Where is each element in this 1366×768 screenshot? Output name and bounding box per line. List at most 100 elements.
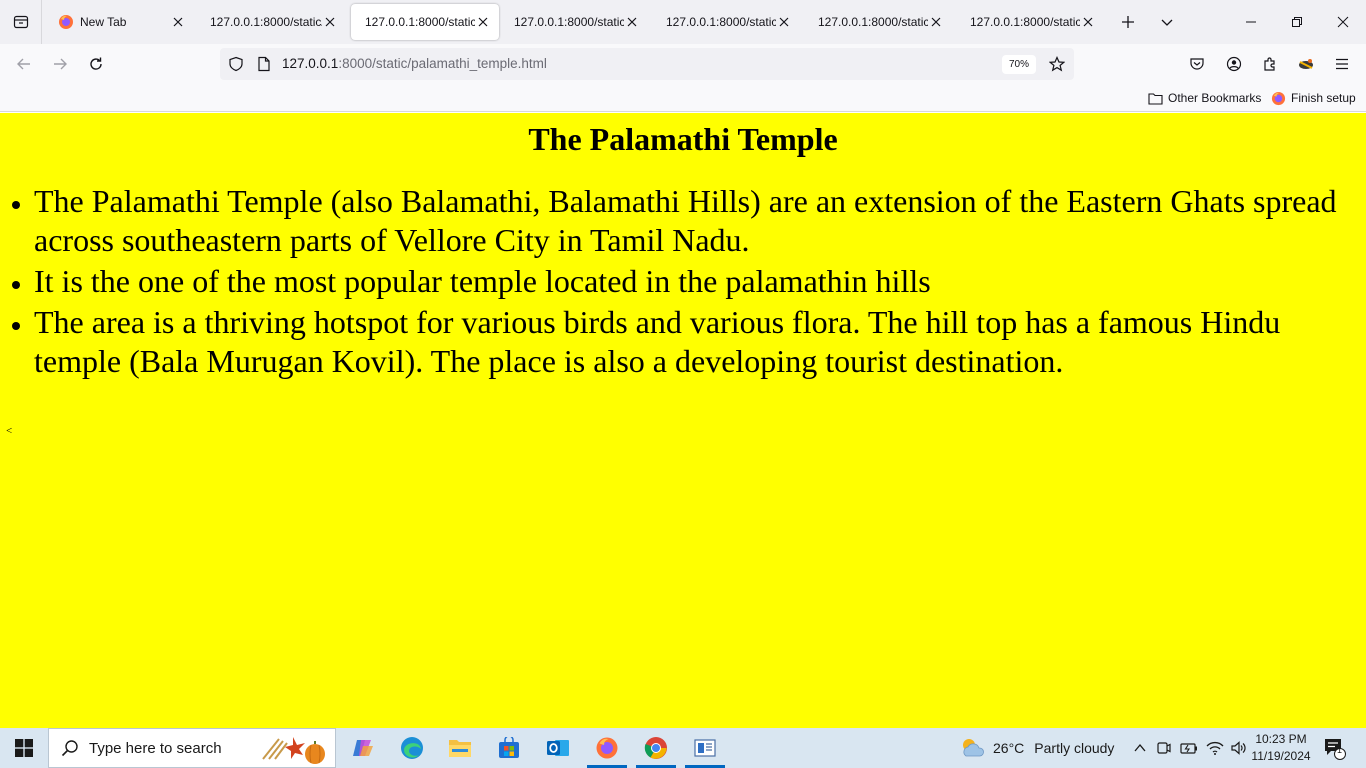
volume-icon[interactable] <box>1230 740 1248 756</box>
file-explorer-icon <box>449 740 471 757</box>
facts-list: The Palamathi Temple (also Balamathi, Ba… <box>0 182 1366 381</box>
url-text[interactable]: 127.0.0.1:8000/static/palamathi_temple.h… <box>282 56 547 71</box>
firefox-icon <box>59 15 73 29</box>
weather-temperature: 26°C <box>993 740 1025 756</box>
page-icon[interactable] <box>257 56 271 72</box>
bookmark-finish-setup[interactable]: Finish setup <box>1271 89 1356 107</box>
folder-icon <box>1148 92 1163 105</box>
arrow-left-icon <box>17 58 30 70</box>
bookmark-other-bookmarks[interactable]: Other Bookmarks <box>1148 89 1261 107</box>
tab-title: 127.0.0.1:8000/static/v <box>970 15 1080 29</box>
tab-title: 127.0.0.1:8000/static/p <box>210 15 322 29</box>
taskbar-chrome[interactable] <box>633 730 679 768</box>
tab-page[interactable]: 127.0.0.1:8000/static/a <box>804 4 952 40</box>
clock-date: 11/19/2024 <box>1251 749 1311 763</box>
taskbar-store[interactable] <box>486 730 532 766</box>
battery-icon[interactable] <box>1180 740 1198 756</box>
meet-now-icon[interactable] <box>1156 740 1172 756</box>
shield-icon[interactable] <box>228 56 244 72</box>
arrow-right-icon <box>54 58 67 70</box>
bookmark-label: Finish setup <box>1291 91 1356 105</box>
partly-cloudy-icon <box>963 739 984 757</box>
tab-title: 127.0.0.1:8000/static/f <box>514 15 624 29</box>
taskbar-search[interactable]: Type here to search <box>48 728 336 768</box>
close-icon[interactable] <box>928 14 944 30</box>
search-icon <box>61 740 78 757</box>
notifications-button[interactable]: 1 <box>1322 728 1346 768</box>
chrome-icon <box>644 737 667 759</box>
firefox-icon <box>596 737 618 759</box>
store-icon <box>499 737 519 758</box>
weather-widget[interactable]: 26°C Partly cloudy <box>958 728 1114 768</box>
tab-title: New Tab <box>80 15 127 29</box>
firefox-view-button[interactable] <box>0 0 42 44</box>
bookmark-label: Other Bookmarks <box>1168 91 1262 105</box>
notification-icon <box>1325 739 1346 760</box>
taskbar-firefox[interactable] <box>584 730 630 768</box>
outlook-icon <box>547 740 569 756</box>
tab-page[interactable]: 127.0.0.1:8000/static/v <box>956 4 1104 40</box>
url-bar[interactable]: 127.0.0.1:8000/static/palamathi_temple.h… <box>220 48 1074 80</box>
firefox-icon <box>1271 91 1286 105</box>
reload-icon <box>90 57 102 70</box>
page-content: The Palamathi Temple The Palamathi Templ… <box>0 113 1366 728</box>
close-icon[interactable] <box>475 14 491 30</box>
extensions-button[interactable] <box>1254 48 1286 80</box>
autumn-decoration-icon <box>262 737 325 764</box>
puzzle-icon <box>1264 57 1275 71</box>
restore-icon <box>1292 17 1302 27</box>
extension-button[interactable] <box>1290 48 1322 80</box>
account-button[interactable] <box>1218 48 1250 80</box>
close-icon[interactable] <box>1080 14 1096 30</box>
copilot-icon <box>353 740 373 756</box>
edge-icon <box>401 737 423 759</box>
search-placeholder: Type here to search <box>89 739 222 757</box>
restore-button[interactable] <box>1274 0 1320 44</box>
close-icon[interactable] <box>322 14 338 30</box>
close-window-button[interactable] <box>1320 0 1366 44</box>
account-icon <box>1226 56 1242 72</box>
extension-icon <box>1299 59 1313 69</box>
close-icon[interactable] <box>624 14 640 30</box>
minimize-button[interactable] <box>1228 0 1274 44</box>
star-icon[interactable] <box>1049 56 1065 72</box>
tab-page[interactable]: 127.0.0.1:8000/static/f <box>500 4 648 40</box>
url-path: :8000/static/palamathi_temple.html <box>338 56 547 71</box>
pocket-button[interactable] <box>1181 48 1213 80</box>
firefox-view-icon <box>13 15 28 29</box>
chevron-up-icon[interactable] <box>1132 740 1148 756</box>
list-item: It is the one of the most popular temple… <box>34 262 1366 301</box>
weather-condition: Partly cloudy <box>1034 740 1115 756</box>
taskbar-edge[interactable] <box>389 730 435 766</box>
list-item: The Palamathi Temple (also Balamathi, Ba… <box>34 182 1366 260</box>
taskbar-file-explorer[interactable] <box>437 730 483 766</box>
tab-palamathi-active[interactable]: 127.0.0.1:8000/static/p <box>351 4 499 40</box>
list-item: The area is a thriving hotspot for vario… <box>34 303 1366 381</box>
menu-button[interactable] <box>1326 48 1358 80</box>
taskbar-app[interactable] <box>682 730 728 768</box>
start-button[interactable] <box>0 728 48 768</box>
taskbar: Type here to search 26°C Partly cloudy 1… <box>0 728 1366 768</box>
close-icon[interactable] <box>170 14 186 30</box>
tab-page[interactable]: 127.0.0.1:8000/static/p <box>652 4 800 40</box>
taskbar-clock[interactable]: 10:23 PM 11/19/2024 <box>1250 731 1312 765</box>
forward-button[interactable] <box>44 48 76 80</box>
tab-page[interactable]: 127.0.0.1:8000/static/p <box>196 4 346 40</box>
reload-button[interactable] <box>80 48 112 80</box>
tab-new-tab[interactable]: New Tab <box>44 4 194 40</box>
taskbar-outlook[interactable] <box>535 730 581 766</box>
close-icon[interactable] <box>776 14 792 30</box>
taskbar-copilot[interactable] <box>340 730 386 766</box>
list-all-tabs-button[interactable] <box>1151 6 1183 38</box>
system-tray <box>1132 728 1248 768</box>
tab-title: 127.0.0.1:8000/static/p <box>666 15 776 29</box>
tab-title: 127.0.0.1:8000/static/p <box>365 15 475 29</box>
wifi-icon[interactable] <box>1206 740 1224 756</box>
app-icon <box>694 739 716 757</box>
zoom-indicator[interactable]: 70% <box>1002 55 1036 74</box>
windows-icon <box>15 739 33 757</box>
back-button[interactable] <box>8 48 40 80</box>
chevron-down-icon <box>1161 19 1173 26</box>
plus-icon <box>1122 16 1134 28</box>
new-tab-button[interactable] <box>1112 6 1144 38</box>
